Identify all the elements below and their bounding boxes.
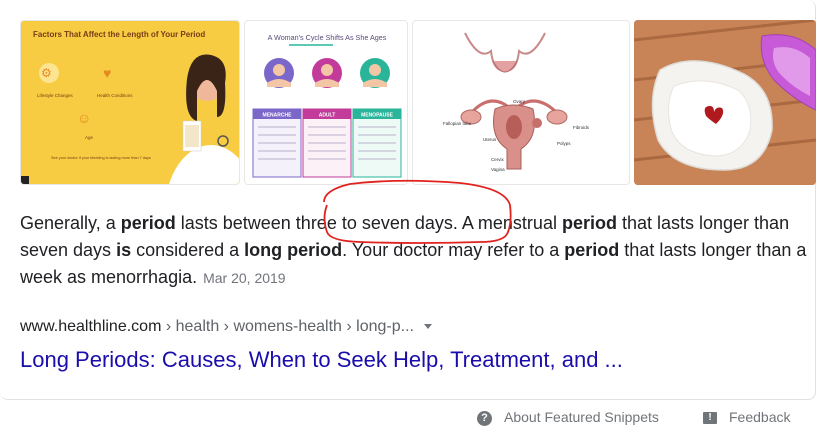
heart-pulse-icon: ♥ [103, 65, 111, 81]
result-url[interactable]: www.healthline.com › health › womens-hea… [20, 318, 432, 336]
result-domain: www.healthline.com [20, 318, 162, 335]
factors-caption: See your doctor if your bleeding is last… [51, 156, 151, 160]
age-label: Age [85, 135, 94, 140]
feedback-label: Feedback [729, 409, 791, 425]
lifestyle-icon: ⚙ [41, 66, 52, 80]
snippet-bold-term: long period [244, 240, 343, 260]
snippet-text-segment: . Your doctor may refer to a [342, 240, 565, 260]
snippet-bold-term: period [564, 240, 620, 260]
label-uterus: Uterus [483, 137, 497, 142]
uterus-diagram-image[interactable]: Ovary Fallopian tube Fibroids Uterus Pol… [412, 20, 630, 185]
label-polyps: Polyps [557, 141, 571, 146]
help-icon: ? [477, 410, 492, 426]
snippet-text: Generally, a period lasts between three … [20, 210, 810, 292]
about-featured-snippets-link[interactable]: ? About Featured Snippets [477, 409, 659, 426]
snippet-text-segment: lasts between three to seven days. A men… [175, 213, 562, 233]
result-breadcrumbs: › health › womens-health › long-p... [161, 318, 414, 335]
column-adult: ADULT [319, 113, 336, 119]
lifestyle-label: Lifestyle Changes [37, 93, 74, 98]
snippet-date: Mar 20, 2019 [203, 270, 286, 286]
column-menopause: MENOPAUSE [361, 113, 394, 119]
image-strip: Factors That Affect the Length of Your P… [20, 20, 816, 185]
label-fallopian: Fallopian tube [443, 121, 472, 126]
label-ovary: Ovary [513, 99, 526, 104]
result-title-link[interactable]: Long Periods: Causes, When to Seek Help,… [20, 347, 623, 373]
feedback-icon: ! [703, 412, 717, 425]
about-label: About Featured Snippets [504, 409, 659, 425]
column-menarche: MENARCHE [263, 113, 293, 119]
factors-infographic-image[interactable]: Factors That Affect the Length of Your P… [20, 20, 240, 185]
snippet-bold-term: period [561, 213, 617, 233]
family-icon: ☺ [77, 110, 91, 126]
feedback-link[interactable]: ! Feedback [703, 409, 790, 425]
snippet-text-segment: considered a [131, 240, 245, 260]
cycle-title: A Woman's Cycle Shifts As She Ages [268, 33, 387, 42]
label-vagina: Vagina [491, 167, 505, 172]
snippet-bold-term: period [120, 213, 176, 233]
snippet-text-segment: Generally, a [20, 213, 121, 233]
health-label: Health Conditions [97, 93, 133, 98]
chevron-down-icon[interactable] [423, 324, 432, 330]
featured-snippet-card: Factors That Affect the Length of Your P… [0, 0, 816, 400]
label-fibroids: Fibroids [573, 125, 590, 130]
pad-photo-image[interactable] [634, 20, 816, 185]
snippet-bold-term: is [116, 240, 132, 260]
cycle-shifts-image[interactable]: A Woman's Cycle Shifts As She Ages MENAR… [244, 20, 408, 185]
factors-title: Factors That Affect the Length of Your P… [33, 30, 205, 39]
label-cervix: Cervix [491, 157, 505, 162]
